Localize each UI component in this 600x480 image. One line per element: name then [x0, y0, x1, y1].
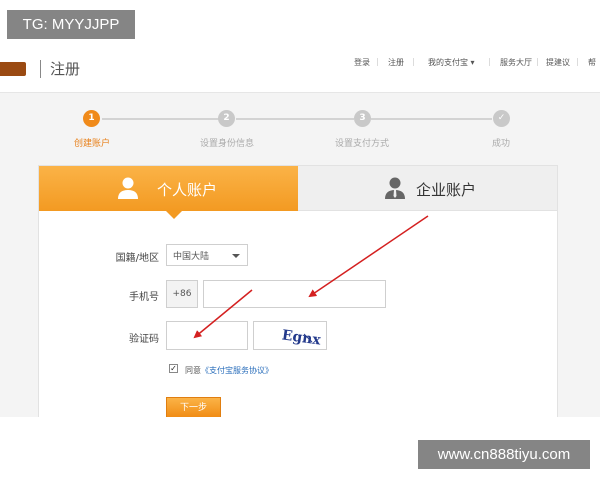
phone-country-code[interactable]: +86: [166, 280, 198, 308]
step-connector: [371, 118, 492, 120]
site-header: 注册 登录 | 注册 | 我的支付宝 ▾ | 服务大厅 | 提建议 | 帮: [0, 40, 600, 93]
nav-divider: |: [576, 57, 579, 66]
phone-label: 手机号: [129, 292, 159, 303]
site-logo[interactable]: [0, 62, 26, 76]
nav-service-hall[interactable]: 服务大厅: [500, 57, 532, 68]
watermark: www.cn888tiyu.com: [418, 440, 590, 469]
captcha-text: Egnx: [281, 327, 322, 348]
nav-divider: |: [376, 57, 379, 66]
nav-feedback[interactable]: 提建议: [546, 57, 570, 68]
tg-badge: TG: MYYJJPP: [7, 10, 135, 39]
region-select-value: 中国大陆: [173, 252, 210, 262]
nav-divider: |: [488, 57, 491, 66]
nav-help[interactable]: 帮: [588, 57, 596, 68]
step-2-icon: 2: [218, 110, 235, 127]
captcha-image[interactable]: Egnx: [253, 321, 327, 350]
step-1-label: 创建账户: [73, 139, 111, 149]
step-done-check-icon: ✓: [493, 110, 510, 127]
step-connector: [236, 118, 354, 120]
step-3-label: 设置支付方式: [334, 139, 390, 149]
page-title: 注册: [50, 60, 81, 78]
step-2-label: 设置身份信息: [199, 139, 255, 149]
region-select[interactable]: 中国大陆: [166, 244, 248, 266]
step-1-icon: 1: [83, 110, 100, 127]
next-step-button[interactable]: 下一步: [166, 397, 221, 417]
registration-panel: 个人账户 企业账户 国籍/地区 中国大陆 手机号 +86 验证码 Egnx ✓: [38, 165, 558, 417]
step-connector: [102, 118, 219, 120]
tab-company-label: 企业账户: [416, 181, 477, 199]
step-4-label: 成功: [491, 139, 511, 149]
nav-divider: |: [536, 57, 539, 66]
tab-company-account[interactable]: 企业账户: [298, 166, 557, 211]
region-label: 国籍/地区: [115, 253, 159, 264]
nav-register[interactable]: 注册: [388, 57, 404, 68]
progress-stepper: 1 2 3 ✓ 创建账户 设置身份信息 设置支付方式 成功: [0, 102, 600, 162]
phone-input[interactable]: [203, 280, 386, 308]
agree-prefix: 同意: [185, 366, 201, 375]
captcha-graphic: Egnx: [281, 327, 322, 348]
nav-login[interactable]: 登录: [354, 57, 370, 68]
agree-text: 同意《支付宝服务协议》: [185, 365, 273, 376]
screenshot-area: 注册 登录 | 注册 | 我的支付宝 ▾ | 服务大厅 | 提建议 | 帮 1 …: [0, 40, 600, 417]
code-label: 验证码: [129, 334, 159, 345]
tab-personal-account[interactable]: 个人账户: [39, 166, 298, 219]
chevron-down-icon: [232, 254, 240, 258]
step-3-icon: 3: [354, 110, 371, 127]
agree-checkbox[interactable]: ✓: [169, 364, 178, 373]
tab-personal-label: 个人账户: [157, 181, 218, 199]
service-agreement-link[interactable]: 《支付宝服务协议》: [201, 366, 273, 375]
logo-divider: [40, 60, 41, 78]
nav-my-alipay[interactable]: 我的支付宝 ▾: [428, 57, 475, 68]
nav-divider: |: [412, 57, 415, 66]
person-icon: [118, 177, 138, 199]
verification-code-input[interactable]: [166, 321, 248, 350]
business-person-icon: [385, 177, 405, 199]
